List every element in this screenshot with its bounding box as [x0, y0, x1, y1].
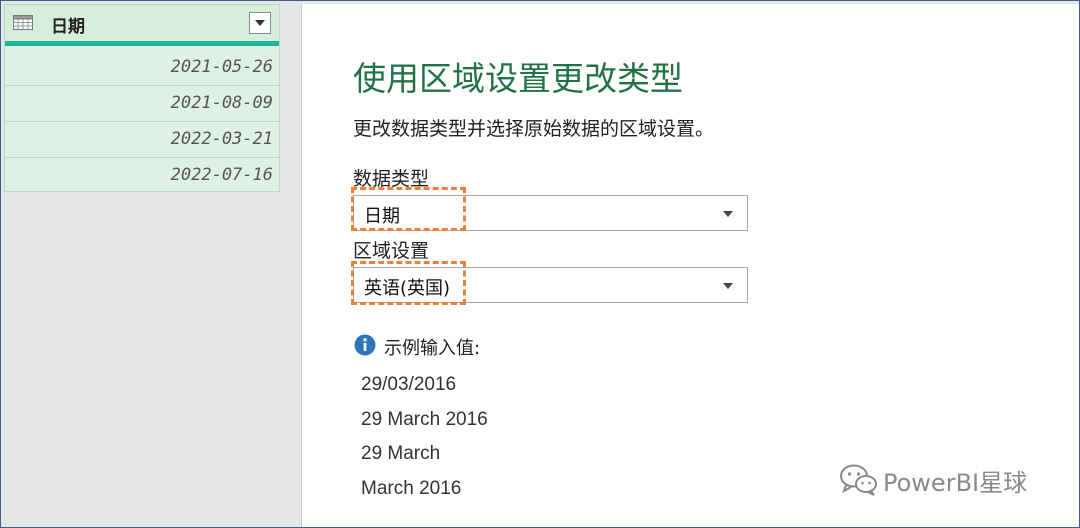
table-row[interactable]: 2022-03-21: [5, 122, 279, 158]
column-quality-bar: [5, 41, 279, 46]
example-value: 29 March 2016: [361, 409, 488, 430]
chevron-down-icon: [723, 283, 733, 289]
column-rows: 2021-05-26 2021-08-09 2022-03-21 2022-07…: [5, 50, 279, 194]
table-row[interactable]: 2021-05-26: [5, 50, 279, 86]
example-value: 29 March: [361, 443, 441, 464]
example-value: 29/03/2016: [361, 374, 457, 395]
examples-label: 示例输入值:: [384, 338, 481, 359]
change-type-locale-dialog: 使用区域设置更改类型 更改数据类型并选择原始数据的区域设置。 数据类型 日期 区…: [301, 4, 1079, 527]
locale-label: 区域设置: [353, 240, 430, 262]
window-frame: 日期 2021-05-26 2021-08-09 2022-03-21 2022…: [0, 0, 1080, 528]
column-header[interactable]: 日期: [5, 5, 279, 42]
table-icon: [13, 15, 33, 30]
watermark-text: PowerBI星球: [883, 469, 1028, 497]
wechat-icon: [840, 464, 877, 496]
table-row[interactable]: 2022-07-16: [5, 158, 279, 194]
example-value: March 2016: [361, 478, 462, 499]
column-name: 日期: [51, 17, 85, 37]
chevron-down-icon: [723, 211, 733, 217]
dialog-description: 更改数据类型并选择原始数据的区域设置。: [353, 118, 715, 140]
info-icon: [354, 334, 376, 356]
table-row[interactable]: 2021-08-09: [5, 86, 279, 122]
watermark: PowerBI星球: [839, 459, 1049, 499]
highlight-box-data-type: [351, 187, 466, 231]
highlight-box-locale: [351, 261, 466, 305]
column-preview: 日期 2021-05-26 2021-08-09 2022-03-21 2022…: [4, 4, 280, 192]
chevron-down-icon: [255, 20, 265, 26]
dialog-title: 使用区域设置更改类型: [353, 59, 683, 98]
column-filter-button[interactable]: [249, 12, 271, 34]
